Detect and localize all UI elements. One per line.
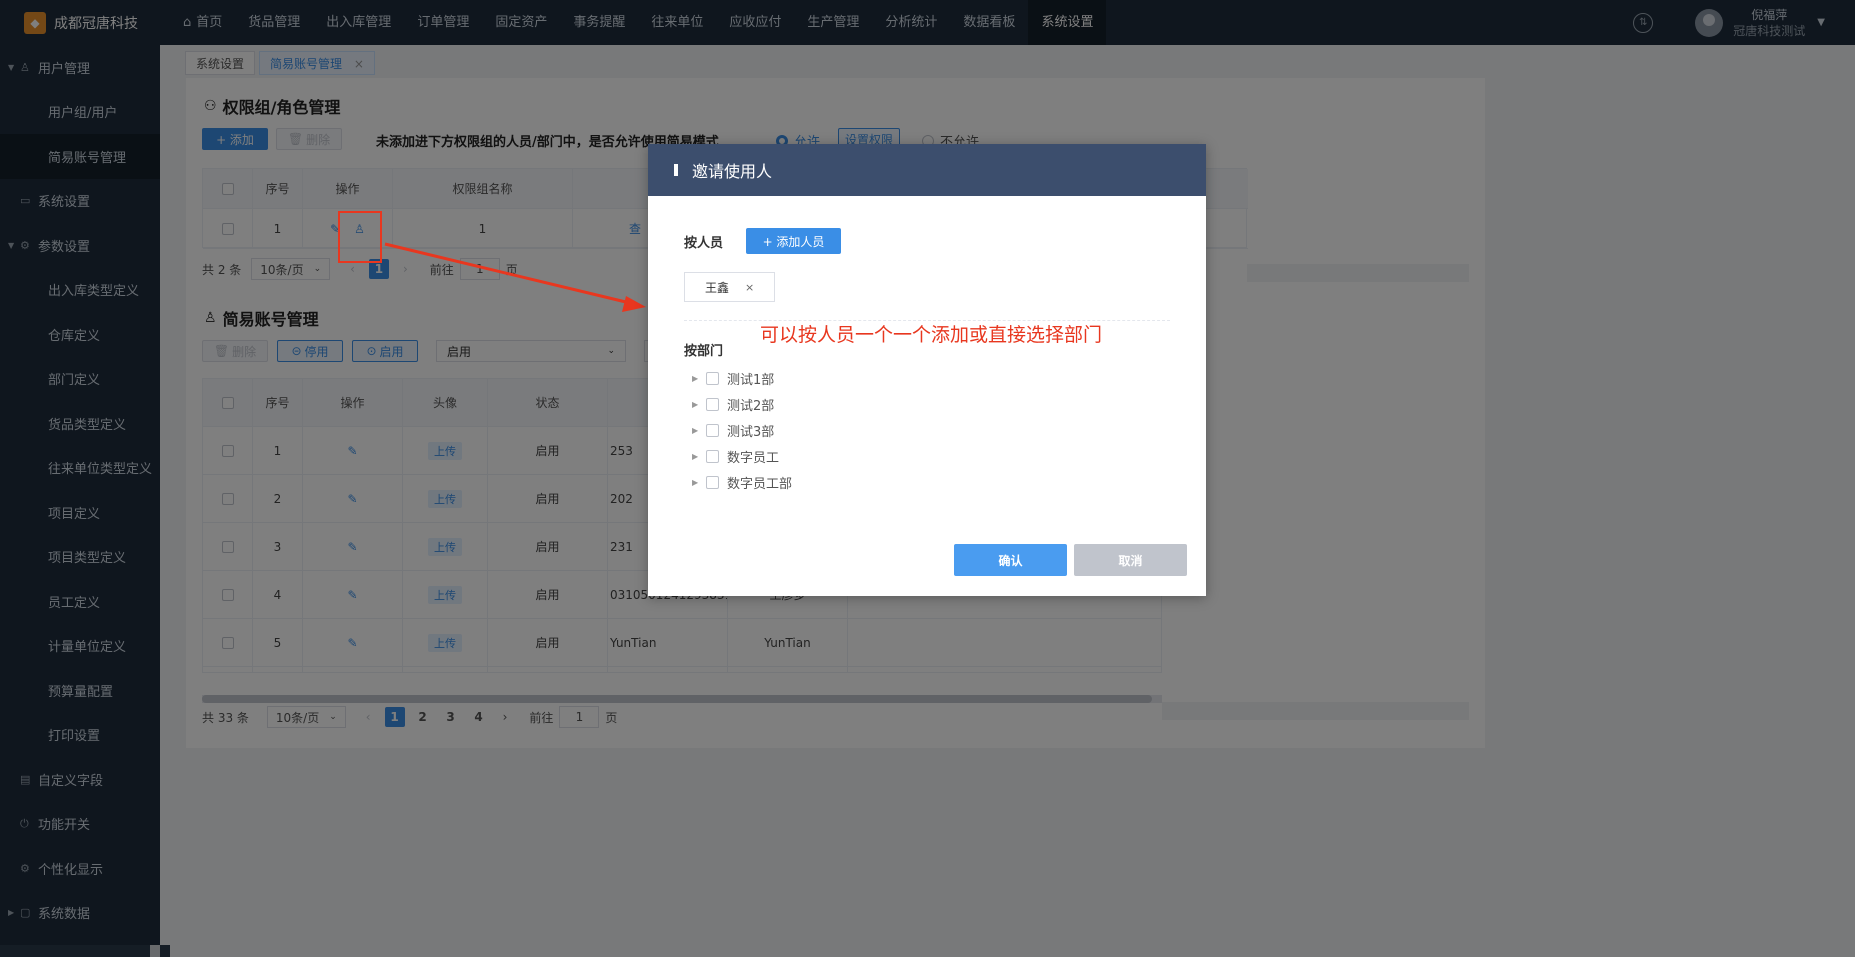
arrow-line xyxy=(384,242,631,305)
confirm-button[interactable]: 确认 xyxy=(954,544,1067,576)
dept-checkbox[interactable] xyxy=(706,397,719,411)
dept-label: 测试3部 xyxy=(727,424,775,440)
caret-right-icon[interactable]: ▶ xyxy=(692,400,706,409)
dept-label: 数字员工部 xyxy=(727,476,793,492)
caret-right-icon[interactable]: ▶ xyxy=(692,452,706,461)
caret-right-icon[interactable]: ▶ xyxy=(692,426,706,435)
dept-label: 测试2部 xyxy=(727,398,775,414)
dept-checkbox[interactable] xyxy=(706,449,719,463)
dept-item[interactable]: ▶ 测试1部 xyxy=(692,368,774,388)
dept-checkbox[interactable] xyxy=(706,371,719,385)
caret-right-icon[interactable]: ▶ xyxy=(692,374,706,383)
close-icon[interactable]: × xyxy=(745,281,754,294)
caret-right-icon[interactable]: ▶ xyxy=(692,478,706,487)
cancel-button[interactable]: 取消 xyxy=(1074,544,1187,576)
invite-user-dialog: 邀请使用人 按人员 + 添加人员 王鑫 × 按部门 ▶ 测试1部 ▶ 测试2部 ▶ 测试3部… xyxy=(648,144,1206,596)
arrow-head xyxy=(622,296,646,312)
by-dept-label: 按部门 xyxy=(684,344,724,359)
dialog-title: 邀请使用人 xyxy=(692,162,773,181)
dept-checkbox[interactable] xyxy=(706,423,719,437)
dialog-header: 邀请使用人 xyxy=(648,144,1206,196)
tag-label: 王鑫 xyxy=(705,280,730,295)
add-person-button[interactable]: + 添加人员 xyxy=(746,228,841,254)
dept-checkbox[interactable] xyxy=(706,475,719,489)
dept-label: 数字员工 xyxy=(727,450,780,466)
dept-label: 测试1部 xyxy=(727,372,775,388)
by-person-label: 按人员 xyxy=(684,236,724,251)
dept-item[interactable]: ▶ 数字员工部 xyxy=(692,472,792,492)
dept-item[interactable]: ▶ 测试3部 xyxy=(692,420,774,440)
annotation-text: 可以按人员一个一个添加或直接选择部门 xyxy=(760,324,1103,346)
title-bar-icon xyxy=(674,164,678,176)
dept-item[interactable]: ▶ 测试2部 xyxy=(692,394,774,414)
dept-item[interactable]: ▶ 数字员工 xyxy=(692,446,779,466)
person-tag: 王鑫 × xyxy=(684,272,776,302)
